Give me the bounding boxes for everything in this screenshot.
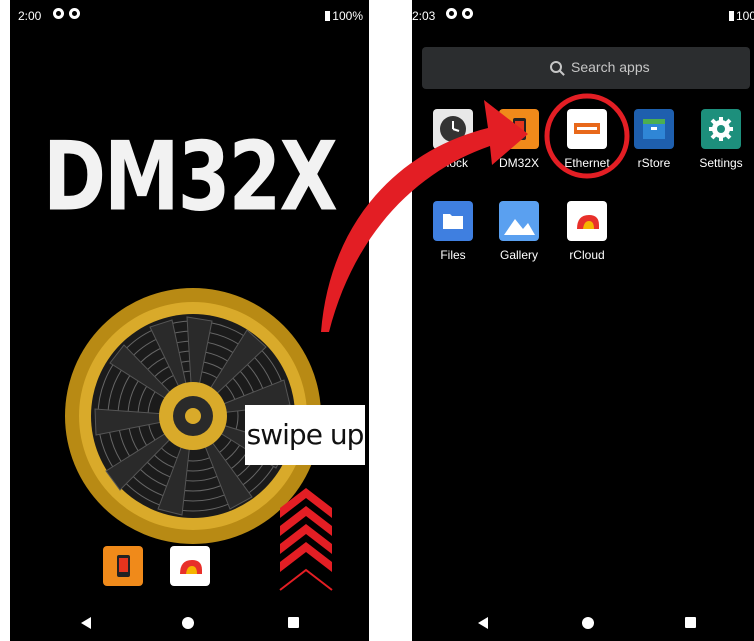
curved-arrow-annotation xyxy=(321,100,528,332)
ethernet-highlight-circle xyxy=(544,93,630,179)
swipe-up-label: swipe up xyxy=(245,405,365,465)
swipe-up-chevrons-icon xyxy=(279,488,333,591)
annotation-overlay xyxy=(321,93,630,332)
